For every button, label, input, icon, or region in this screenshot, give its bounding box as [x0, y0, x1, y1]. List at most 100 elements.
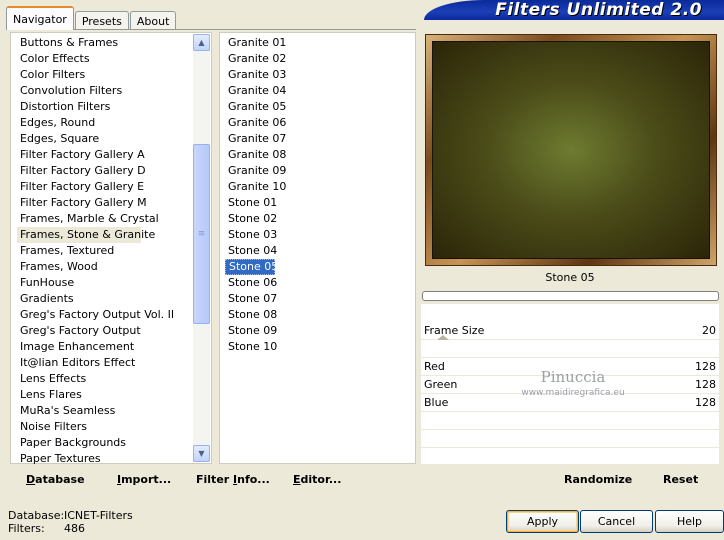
chevron-down-icon: ▼: [198, 449, 205, 458]
help-button[interactable]: Help: [655, 510, 724, 533]
param-empty-row: [421, 430, 719, 448]
tab-presets[interactable]: Presets: [74, 11, 129, 30]
category-list[interactable]: Buttons & Frames Color Effects Color Filte…: [17, 35, 187, 467]
category-list-item[interactable]: Filter Factory Gallery M: [17, 195, 187, 211]
category-list-item[interactable]: Frames, Wood: [17, 259, 187, 275]
import-button[interactable]: Import...: [117, 466, 171, 493]
preview-filter-name: Stone 05: [421, 268, 719, 288]
category-list-item[interactable]: Greg's Factory Output: [17, 323, 187, 339]
param-label: Blue: [424, 396, 449, 409]
tab-navigator[interactable]: Navigator: [6, 6, 74, 30]
mnemonic: D: [26, 473, 36, 486]
filter-list-item[interactable]: Stone 09: [225, 323, 305, 339]
category-list-item[interactable]: Frames, Marble & Crystal: [17, 211, 187, 227]
filter-list-item[interactable]: Stone 05: [225, 259, 278, 275]
cancel-button[interactable]: Cancel: [580, 510, 653, 533]
category-list-item[interactable]: Image Enhancement: [17, 339, 187, 355]
category-list-item[interactable]: Color Effects: [17, 51, 187, 67]
category-list-item[interactable]: Filter Factory Gallery E: [17, 179, 187, 195]
filter-list-item[interactable]: Stone 02: [225, 211, 305, 227]
param-label: Green: [424, 378, 458, 391]
filter-list-item[interactable]: Granite 09: [225, 163, 305, 179]
preview-image: [425, 34, 717, 266]
param-frame-size[interactable]: Frame Size 20: [421, 322, 719, 340]
category-list-item[interactable]: Distortion Filters: [17, 99, 187, 115]
filter-list-item[interactable]: Stone 04: [225, 243, 305, 259]
filter-list-item[interactable]: Stone 01: [225, 195, 305, 211]
chevron-up-icon: ▲: [198, 38, 205, 47]
category-list-item[interactable]: Buttons & Frames: [17, 35, 187, 51]
filter-list-item[interactable]: Granite 07: [225, 131, 305, 147]
filter-list-item[interactable]: Granite 02: [225, 51, 305, 67]
watermark-url: www.maidiregrafica.eu: [521, 388, 625, 398]
category-list-item[interactable]: Convolution Filters: [17, 83, 187, 99]
filters-count-label: Filters:: [8, 522, 45, 535]
category-list-item[interactable]: Edges, Square: [17, 131, 187, 147]
filter-list-item[interactable]: Granite 03: [225, 67, 305, 83]
preview-canvas: [432, 41, 710, 259]
status-area: Database:ICNET-Filters Filters: 486: [8, 509, 133, 535]
category-list-item[interactable]: MuRa's Seamless: [17, 403, 187, 419]
category-list-item[interactable]: Filter Factory Gallery D: [17, 163, 187, 179]
param-value: 20: [702, 324, 716, 337]
filter-list-item[interactable]: Granite 04: [225, 83, 305, 99]
category-list-item[interactable]: Paper Textures: [17, 451, 187, 467]
category-scrollbar[interactable]: ▲ ≡ ▼: [193, 34, 210, 462]
button-label: mport...: [121, 473, 172, 486]
category-list-item[interactable]: Paper Backgrounds: [17, 435, 187, 451]
filter-list-item[interactable]: Granite 05: [225, 99, 305, 115]
category-list-item[interactable]: Lens Flares: [17, 387, 187, 403]
category-list-item[interactable]: Frames, Stone & Granite: [17, 227, 155, 243]
filter-list-item[interactable]: Granite 10: [225, 179, 305, 195]
tab-about[interactable]: About: [129, 11, 177, 30]
database-button[interactable]: Database: [26, 466, 85, 493]
filter-list-panel: Granite 01 Granite 02 Granite 03 Granite 04…: [219, 32, 416, 464]
filter-list-item[interactable]: Stone 03: [225, 227, 305, 243]
reset-button[interactable]: Reset: [663, 466, 698, 493]
database-label: Database:: [8, 509, 65, 522]
randomize-button[interactable]: Randomize: [564, 466, 632, 493]
param-value: 128: [695, 360, 716, 373]
grip-icon: ≡: [197, 229, 206, 239]
bottom-toolbar-left: Database Import... Filter Info... Editor…: [10, 466, 416, 493]
param-value: 128: [695, 378, 716, 391]
filter-list[interactable]: Granite 01 Granite 02 Granite 03 Granite 04…: [225, 35, 305, 355]
param-empty-row: [421, 340, 719, 358]
category-list-item[interactable]: Noise Filters: [17, 419, 187, 435]
category-list-panel: Buttons & Frames Color Effects Color Filte…: [10, 32, 212, 467]
scroll-thumb[interactable]: ≡: [193, 144, 210, 324]
category-list-item[interactable]: Filter Factory Gallery A: [17, 147, 187, 163]
category-list-item[interactable]: Edges, Round: [17, 115, 187, 131]
bottom-toolbar-right: Randomize Reset: [421, 466, 719, 493]
app-banner-title: Filters Unlimited 2.0: [424, 0, 724, 20]
category-list-item[interactable]: Greg's Factory Output Vol. II: [17, 307, 187, 323]
button-label: ditor...: [300, 473, 342, 486]
param-value: 128: [695, 396, 716, 409]
tab-bar: Navigator Presets About: [6, 6, 177, 30]
param-empty-row: [421, 412, 719, 430]
category-list-item[interactable]: Color Filters: [17, 67, 187, 83]
editor-button[interactable]: Editor...: [293, 466, 341, 493]
filter-list-item[interactable]: Stone 06: [225, 275, 305, 291]
filter-list-item[interactable]: Granite 06: [225, 115, 305, 131]
filter-list-item[interactable]: Stone 10: [225, 339, 305, 355]
apply-button[interactable]: Apply: [506, 510, 579, 533]
filter-info-button[interactable]: Filter Info...: [196, 466, 270, 493]
scroll-up-button[interactable]: ▲: [193, 34, 210, 51]
progress-bar: [422, 291, 719, 301]
filters-count-value: 486: [64, 522, 85, 535]
category-list-item[interactable]: Gradients: [17, 291, 187, 307]
category-list-item[interactable]: FunHouse: [17, 275, 187, 291]
category-list-item[interactable]: Lens Effects: [17, 371, 187, 387]
database-value: ICNET-Filters: [64, 509, 133, 522]
param-label: Red: [424, 360, 445, 373]
filter-list-item[interactable]: Granite 01: [225, 35, 305, 51]
filter-list-item[interactable]: Stone 08: [225, 307, 305, 323]
filter-list-item[interactable]: Granite 08: [225, 147, 305, 163]
scroll-down-button[interactable]: ▼: [193, 445, 210, 462]
category-list-item[interactable]: Frames, Textured: [17, 243, 187, 259]
filter-list-item[interactable]: Stone 07: [225, 291, 305, 307]
category-list-item[interactable]: It@lian Editors Effect: [17, 355, 187, 371]
button-label: nfo...: [237, 473, 270, 486]
mnemonic: E: [293, 473, 301, 486]
